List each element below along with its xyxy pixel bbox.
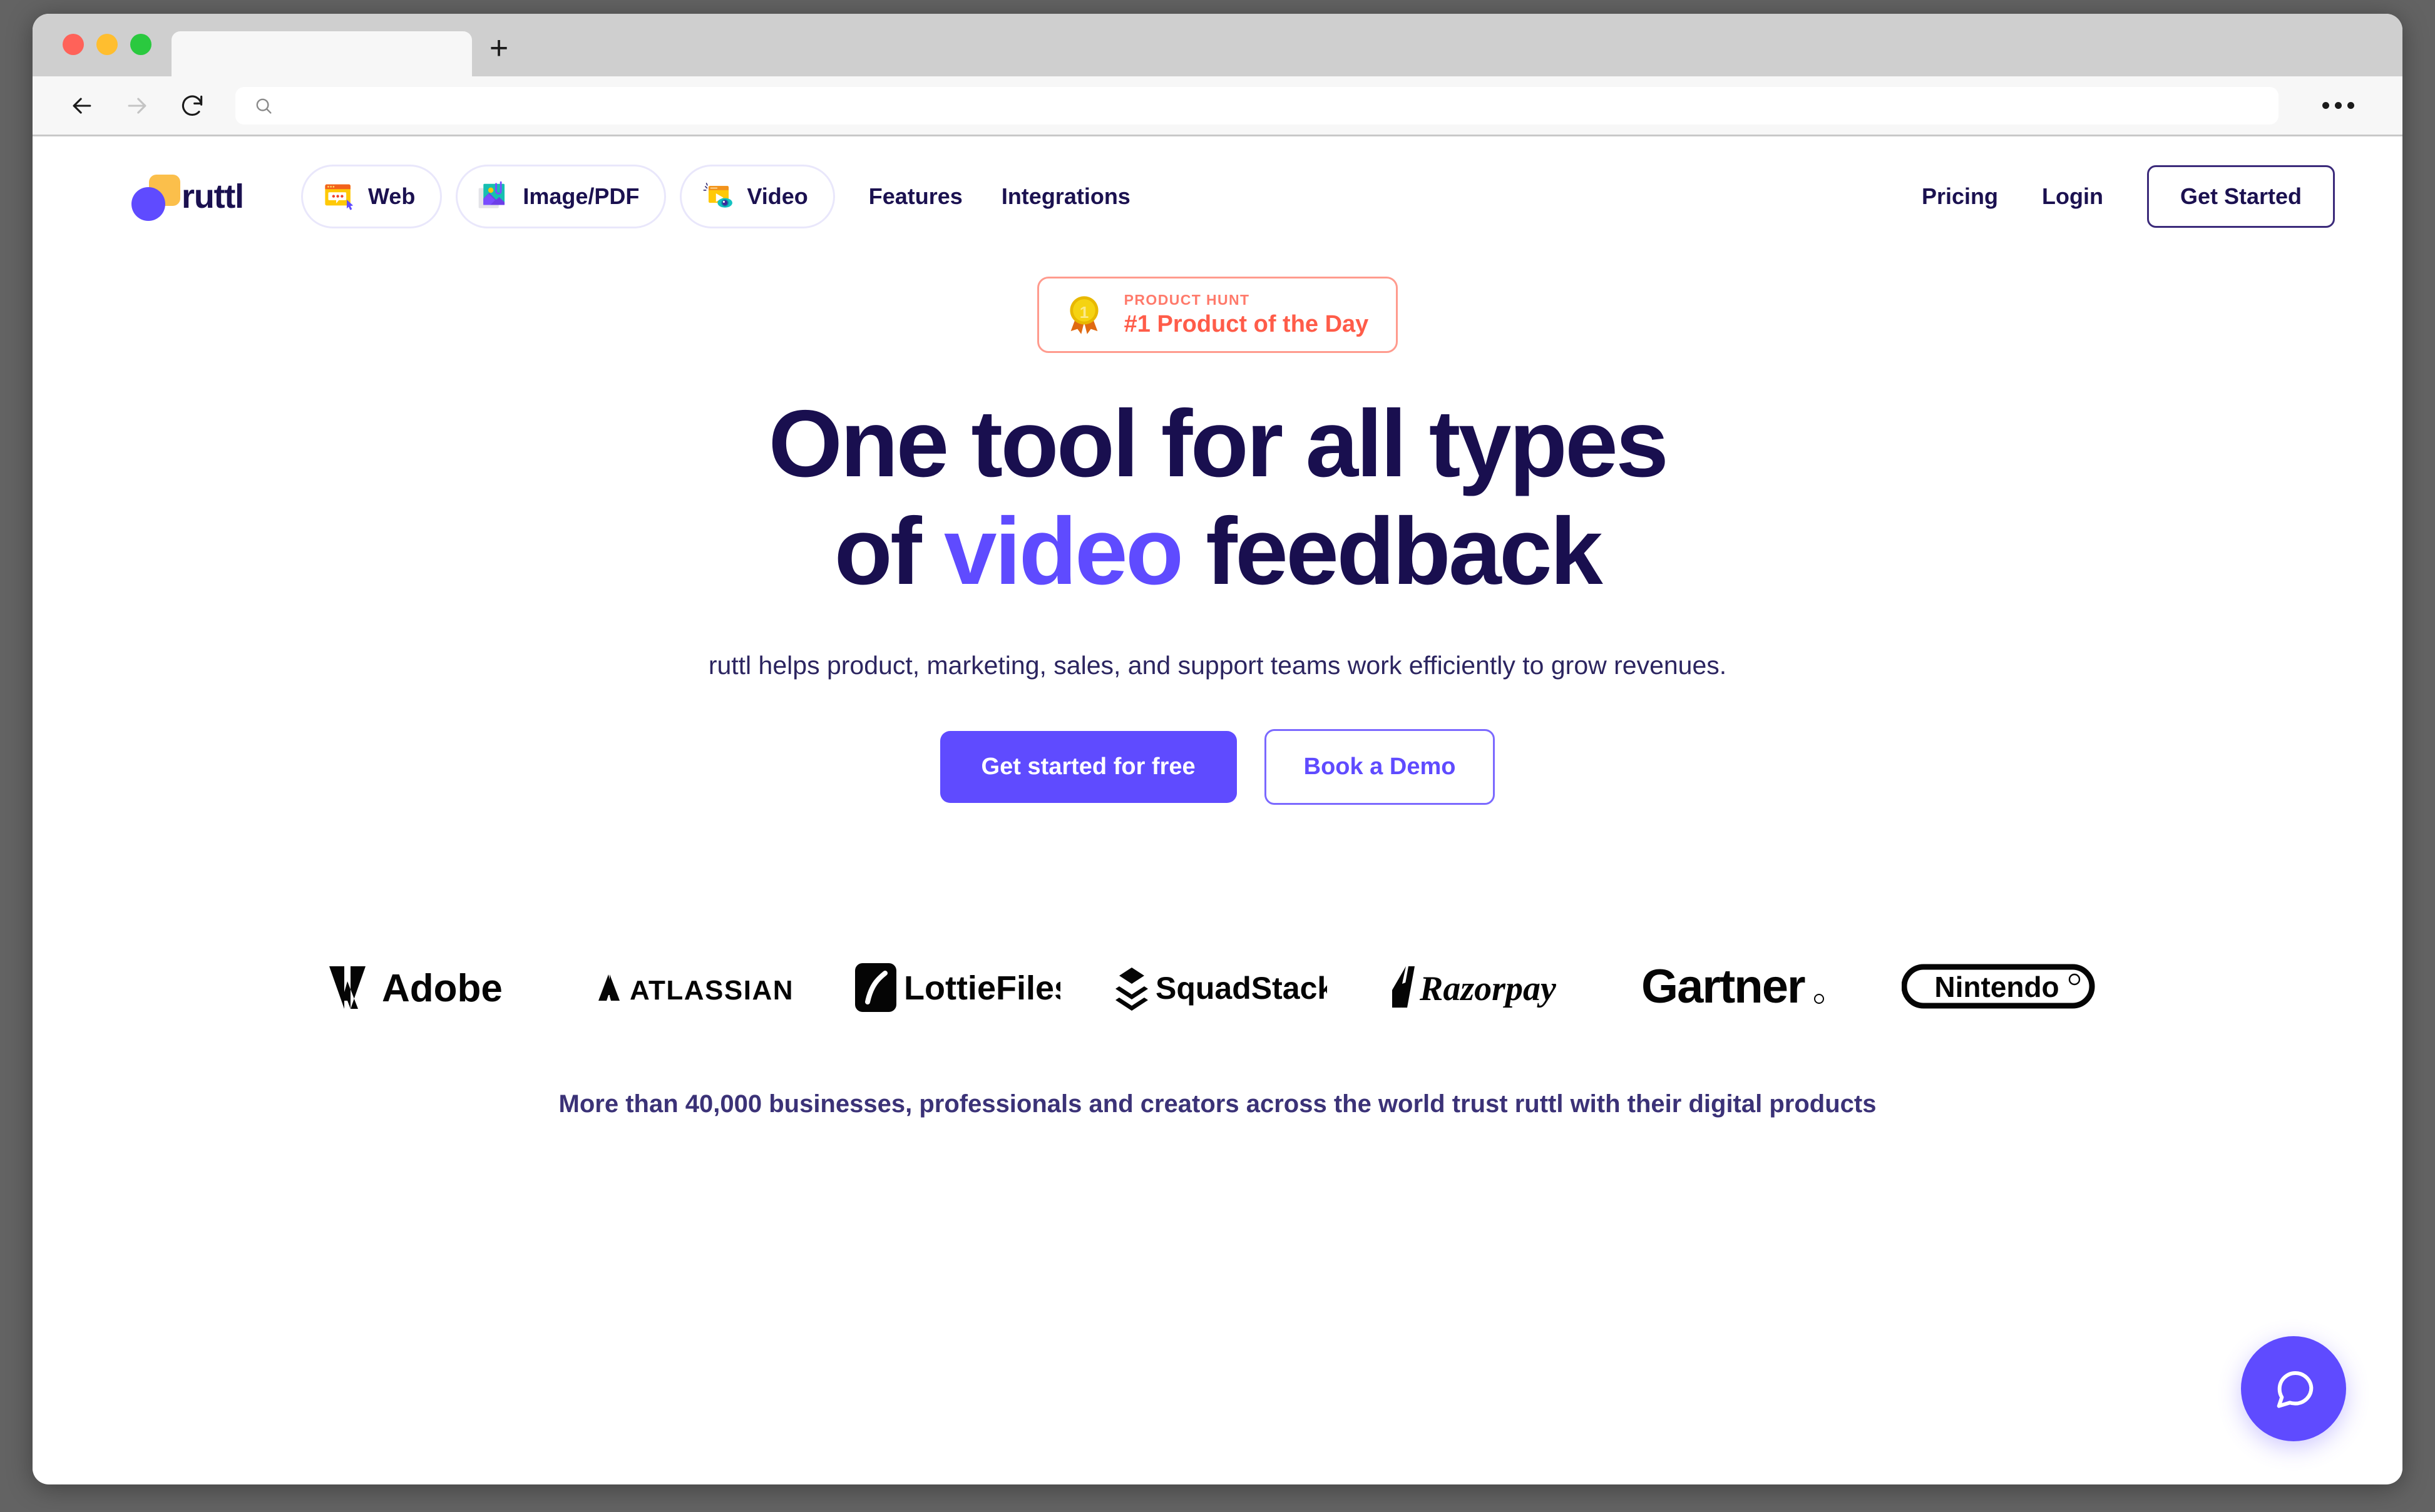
brand-logo-adobe: Adobe (327, 959, 540, 1016)
new-tab-button[interactable]: + (472, 31, 526, 76)
browser-tab[interactable] (172, 31, 472, 76)
hero-headline: One tool for all types of video feedback (33, 391, 2402, 606)
get-started-for-free-button[interactable]: Get started for free (940, 730, 1237, 803)
web-page: ruttl Web Image/PDF Video Features Integ… (33, 136, 2402, 1483)
product-hunt-badge[interactable]: 1 PRODUCT HUNT #1 Product of the Day (1037, 277, 1398, 353)
image-pdf-icon (479, 181, 505, 208)
ellipsis-icon-dot (2334, 102, 2342, 109)
browser-tab-strip: + (33, 14, 2402, 76)
nav-pill-label: Image/PDF (523, 183, 640, 209)
nav-pill-group: Web Image/PDF Video (300, 165, 835, 228)
hero-headline-line2: of video feedback (33, 498, 2402, 606)
nav-link-group: Features Integrations (869, 183, 1130, 210)
hero-cta-row: Get started for free Book a Demo (33, 728, 2402, 805)
nav-pill-web[interactable]: Web (300, 165, 443, 228)
hero-headline-line2-after: feedback (1181, 498, 1602, 605)
reload-button[interactable] (173, 86, 212, 125)
nintendo-logo-icon: Nintendo (1902, 964, 2095, 1008)
lottiefiles-logo-icon: LottieFiles (855, 963, 1060, 1012)
reload-icon (182, 95, 203, 116)
svg-text:ATLASSIAN: ATLASSIAN (630, 975, 794, 1006)
close-window-button[interactable] (63, 34, 84, 55)
nav-pill-image-pdf[interactable]: Image/PDF (456, 165, 667, 228)
hero-headline-accent: video (943, 498, 1184, 605)
browser-toolbar (33, 76, 2402, 136)
svg-text:1: 1 (1079, 303, 1089, 322)
nav-link-integrations[interactable]: Integrations (1002, 183, 1130, 210)
svg-text:SquadStack: SquadStack (1156, 971, 1327, 1006)
nav-pill-video[interactable]: Video (680, 165, 835, 228)
ruttl-logo-mark-icon (126, 170, 182, 223)
search-icon (256, 98, 272, 114)
ellipsis-icon-dot (2347, 102, 2354, 109)
nav-pill-label: Video (747, 183, 808, 209)
adobe-logo-icon: Adobe (329, 966, 503, 1010)
brand-logo-atlassian: ATLASSIAN (593, 959, 800, 1016)
squadstack-logo-icon: SquadStack (1115, 967, 1327, 1011)
forward-button[interactable] (118, 86, 156, 125)
brand-logo-lottiefiles: LottieFiles (854, 959, 1060, 1016)
hero-headline-line2-before: of (834, 498, 944, 605)
gold-medal-icon: 1 (1070, 296, 1099, 334)
hero-headline-line1: One tool for all types (768, 391, 1669, 497)
address-bar[interactable] (235, 86, 2279, 125)
hero-subheading: ruttl helps product, marketing, sales, a… (708, 650, 1727, 680)
nav-pill-label: Web (367, 183, 416, 209)
product-hunt-title: #1 Product of the Day (1124, 311, 1369, 337)
svg-text:Gartner: Gartner (1641, 960, 1805, 1013)
nav-link-features[interactable]: Features (869, 183, 963, 210)
atlassian-logo-icon: ATLASSIAN (598, 974, 794, 1006)
ruttl-logo-text: ruttl (182, 178, 244, 215)
book-a-demo-button[interactable]: Book a Demo (1264, 728, 1495, 805)
brand-logo-gartner: Gartner (1641, 959, 1848, 1016)
brand-logo-razorpay: Razorpay (1381, 959, 1587, 1016)
minimize-window-button[interactable] (96, 34, 118, 55)
header-actions: Pricing Login Get Started (1922, 165, 2335, 228)
arrow-left-icon (73, 97, 91, 114)
back-button[interactable] (63, 86, 101, 125)
get-started-button[interactable]: Get Started (2146, 165, 2335, 228)
brand-logo-strip: Adobe ATLASSIAN LottieFiles SquadStack R… (33, 959, 2402, 1016)
hero-section: 1 PRODUCT HUNT #1 Product of the Day One… (33, 257, 2402, 805)
arrow-right-icon (128, 97, 146, 114)
product-hunt-kicker: PRODUCT HUNT (1124, 292, 1250, 308)
site-header: ruttl Web Image/PDF Video Features Integ… (33, 136, 2402, 257)
svg-text:Nintendo: Nintendo (1934, 971, 2059, 1003)
window-controls (33, 34, 168, 76)
gartner-logo-icon: Gartner (1641, 960, 1824, 1013)
chat-bubble-icon (2277, 1371, 2314, 1408)
brand-logo-nintendo: Nintendo (1902, 959, 2108, 1016)
trust-statement: More than 40,000 businesses, professiona… (558, 1090, 1877, 1118)
svg-text:Razorpay: Razorpay (1419, 969, 1557, 1008)
maximize-window-button[interactable] (130, 34, 151, 55)
nav-link-pricing[interactable]: Pricing (1922, 183, 1998, 210)
browser-window: + ruttl Web Image/PDF Video Features Int… (33, 14, 2402, 1484)
razorpay-logo-icon: Razorpay (1392, 966, 1557, 1008)
browser-overflow-menu-button[interactable] (2316, 86, 2360, 125)
web-browser-comment-icon (325, 184, 354, 210)
svg-text:LottieFiles: LottieFiles (904, 969, 1060, 1007)
brand-logo-squadstack: SquadStack (1114, 959, 1327, 1016)
nav-link-login[interactable]: Login (2042, 183, 2103, 210)
svg-text:Adobe: Adobe (382, 967, 503, 1010)
video-eye-icon (703, 183, 733, 208)
ellipsis-icon-dot (2322, 102, 2329, 109)
chat-widget-button[interactable] (2241, 1336, 2346, 1441)
ruttl-logo[interactable]: ruttl (126, 170, 244, 223)
